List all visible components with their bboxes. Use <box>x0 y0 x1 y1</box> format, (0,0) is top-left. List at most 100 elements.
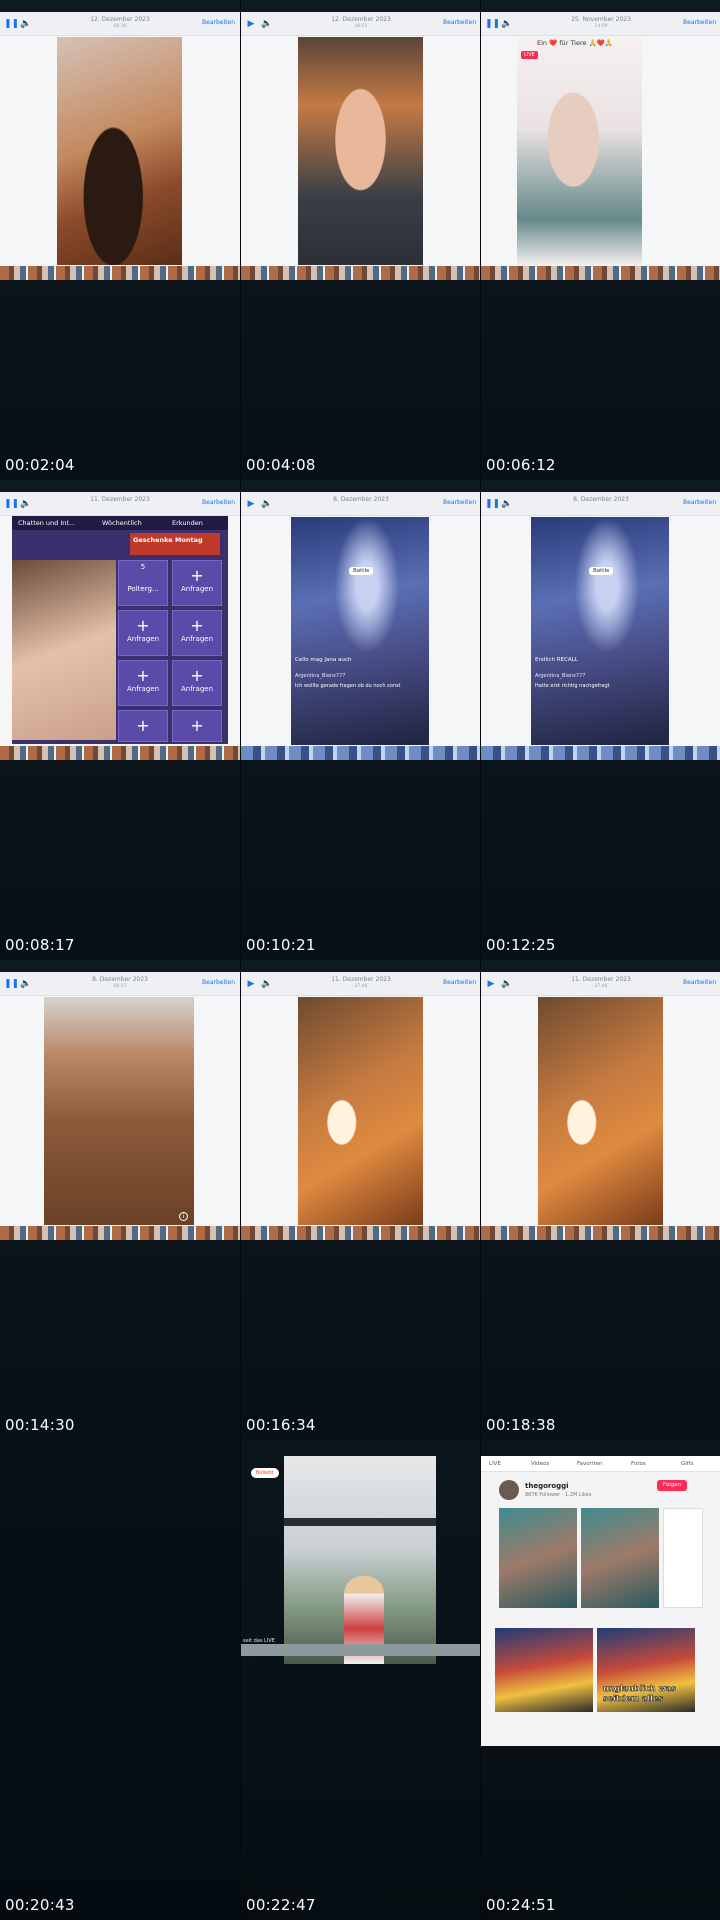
timestamp: 00:02:04 <box>5 456 75 474</box>
play-icon[interactable]: ▶ <box>245 978 257 990</box>
timestamp: 00:06:12 <box>486 456 556 474</box>
comment-user: Argentina_Bianx777 <box>295 673 346 679</box>
request-tile[interactable]: + <box>118 710 168 742</box>
live-grid-panel: Chatten und Int... Wöchentlich Erkunden … <box>12 516 228 744</box>
play-icon[interactable]: ▶ <box>245 498 257 510</box>
volume-icon[interactable]: 🔈 <box>20 978 32 990</box>
avatar[interactable] <box>499 1480 519 1500</box>
info-icon[interactable]: i <box>179 1212 188 1221</box>
plus-icon: + <box>190 616 204 635</box>
photo-viewer: ▶ 🔈 8. Dezember 2023 Bearbeiten Battle C… <box>241 492 480 760</box>
edit-button[interactable]: Bearbeiten <box>443 499 476 506</box>
viewer-time: 08:17 <box>113 984 127 989</box>
edit-button[interactable]: Bearbeiten <box>683 979 716 986</box>
guest-name: Polterg... <box>127 585 159 593</box>
profile-stats: 887K Follower · 1.2M Likes <box>525 1492 592 1498</box>
battle-badge: Battle <box>589 567 614 575</box>
video-frame-concert <box>284 1456 436 1664</box>
host-video <box>12 560 116 740</box>
profile-page: LIVE Videos Favoriten Fotos Gifts thegor… <box>481 1456 720 1746</box>
frame-cell-1: ❚❚ 🔈 12. Dezember 2023 08:36 Bearbeiten … <box>0 0 240 480</box>
edit-button[interactable]: Bearbeiten <box>202 979 235 986</box>
filmstrip[interactable] <box>481 266 720 280</box>
comment-line: Ich wollte gerade fragen ob du noch sons… <box>295 683 401 689</box>
request-tile[interactable]: + Anfragen <box>172 610 222 656</box>
request-tile[interactable]: + Anfragen <box>118 610 168 656</box>
pause-icon[interactable]: ❚❚ <box>485 18 500 30</box>
request-tile[interactable]: + <box>172 710 222 742</box>
filmstrip[interactable] <box>241 746 480 760</box>
video-thumbnail[interactable] <box>581 1508 659 1608</box>
viewer-time: 17:46 <box>594 984 608 989</box>
video-thumbnail[interactable] <box>499 1508 577 1608</box>
filmstrip[interactable] <box>481 1226 720 1240</box>
edit-button[interactable]: Bearbeiten <box>202 499 235 506</box>
play-icon[interactable]: ▶ <box>485 978 497 990</box>
filmstrip[interactable] <box>0 1226 240 1240</box>
volume-icon[interactable]: 🔈 <box>261 498 273 510</box>
stage-bar <box>241 1644 480 1656</box>
pause-icon[interactable]: ❚❚ <box>4 978 19 990</box>
photo-viewer: ❚❚ 🔈 11. Dezember 2023 Bearbeiten Chatte… <box>0 492 240 760</box>
tab-explore[interactable]: Erkunden <box>172 519 203 527</box>
request-label: Anfragen <box>180 635 214 643</box>
filmstrip[interactable] <box>241 1226 480 1240</box>
viewer-time: 14:09 <box>594 24 608 29</box>
viewer-topbar: ❚❚ 🔈 8. Dezember 2023 08:17 Bearbeiten <box>0 972 240 996</box>
request-tile[interactable]: + Anfragen <box>118 660 168 706</box>
guest-tile[interactable]: 5 Polterg... <box>118 560 168 606</box>
comment-line: Endlich RECALL <box>535 657 578 663</box>
video-thumbnail[interactable]: unglaublich was seitdem alles <box>597 1628 695 1712</box>
request-tile[interactable]: + Anfragen <box>172 660 222 706</box>
promo-banner[interactable]: Geschenke Montag <box>130 533 220 555</box>
volume-icon[interactable]: 🔈 <box>261 978 273 990</box>
video-frame-cat <box>57 37 182 265</box>
filmstrip[interactable] <box>0 266 240 280</box>
plus-icon: + <box>190 666 204 685</box>
pause-icon[interactable]: ❚❚ <box>4 18 19 30</box>
video-contact-sheet: ❚❚ 🔈 12. Dezember 2023 08:36 Bearbeiten … <box>0 0 720 1920</box>
volume-icon[interactable]: 🔈 <box>20 498 32 510</box>
video-frame-table <box>538 997 663 1225</box>
filmstrip[interactable] <box>0 746 240 760</box>
edit-button[interactable]: Bearbeiten <box>202 19 235 26</box>
plus-icon: + <box>190 716 204 735</box>
follow-button[interactable]: Folgen <box>657 1480 687 1491</box>
viewer-topbar: ▶ 🔈 8. Dezember 2023 Bearbeiten <box>241 492 480 516</box>
pause-icon[interactable]: ❚❚ <box>485 498 500 510</box>
edit-button[interactable]: Bearbeiten <box>683 19 716 26</box>
tab-weekly[interactable]: Wöchentlich <box>102 519 142 527</box>
video-thumbnail[interactable] <box>495 1628 593 1712</box>
thumbnail-caption: unglaublich was seitdem alles <box>603 1684 676 1704</box>
comment-line: Hatte erst richtig nachgefragt <box>535 683 610 689</box>
video-frame-face <box>298 37 423 265</box>
tab-chat[interactable]: Chatten und Int... <box>18 519 75 527</box>
filmstrip[interactable] <box>481 746 720 760</box>
filmstrip[interactable] <box>241 266 480 280</box>
edit-button[interactable]: Bearbeiten <box>443 19 476 26</box>
timestamp: 00:18:38 <box>486 1416 556 1434</box>
viewer-date: 11. Dezember 2023 <box>331 976 391 983</box>
volume-icon[interactable]: 🔈 <box>501 498 513 510</box>
guest-count: 5 <box>140 563 146 571</box>
volume-icon[interactable]: 🔈 <box>501 978 513 990</box>
volume-icon[interactable]: 🔈 <box>20 18 32 30</box>
video-frame-space: Battle Cello mag Jana auch Argentina_Bia… <box>291 517 429 745</box>
viewer-time: 17:46 <box>354 984 368 989</box>
video-frame-table <box>298 997 423 1225</box>
volume-icon[interactable]: 🔈 <box>501 18 513 30</box>
pause-icon[interactable]: ❚❚ <box>4 498 19 510</box>
play-icon[interactable]: ▶ <box>245 18 257 30</box>
volume-icon[interactable]: 🔈 <box>261 18 273 30</box>
profile-tabs: LIVE Videos Favoriten Fotos Gifts <box>481 1456 720 1472</box>
plus-icon: + <box>136 716 150 735</box>
viewer-date: 25. November 2023 <box>571 16 631 23</box>
viewer-date: 8. Dezember 2023 <box>573 496 629 503</box>
edit-button[interactable]: Bearbeiten <box>443 979 476 986</box>
frame-cell-7: ❚❚ 🔈 8. Dezember 2023 08:17 Bearbeiten i… <box>0 960 240 1440</box>
popular-badge: Beliebt <box>251 1468 279 1478</box>
comment-line: Cello mag Jana auch <box>295 657 352 663</box>
viewer-date: 12. Dezember 2023 <box>331 16 391 23</box>
edit-button[interactable]: Bearbeiten <box>683 499 716 506</box>
request-tile[interactable]: + Anfragen <box>172 560 222 606</box>
